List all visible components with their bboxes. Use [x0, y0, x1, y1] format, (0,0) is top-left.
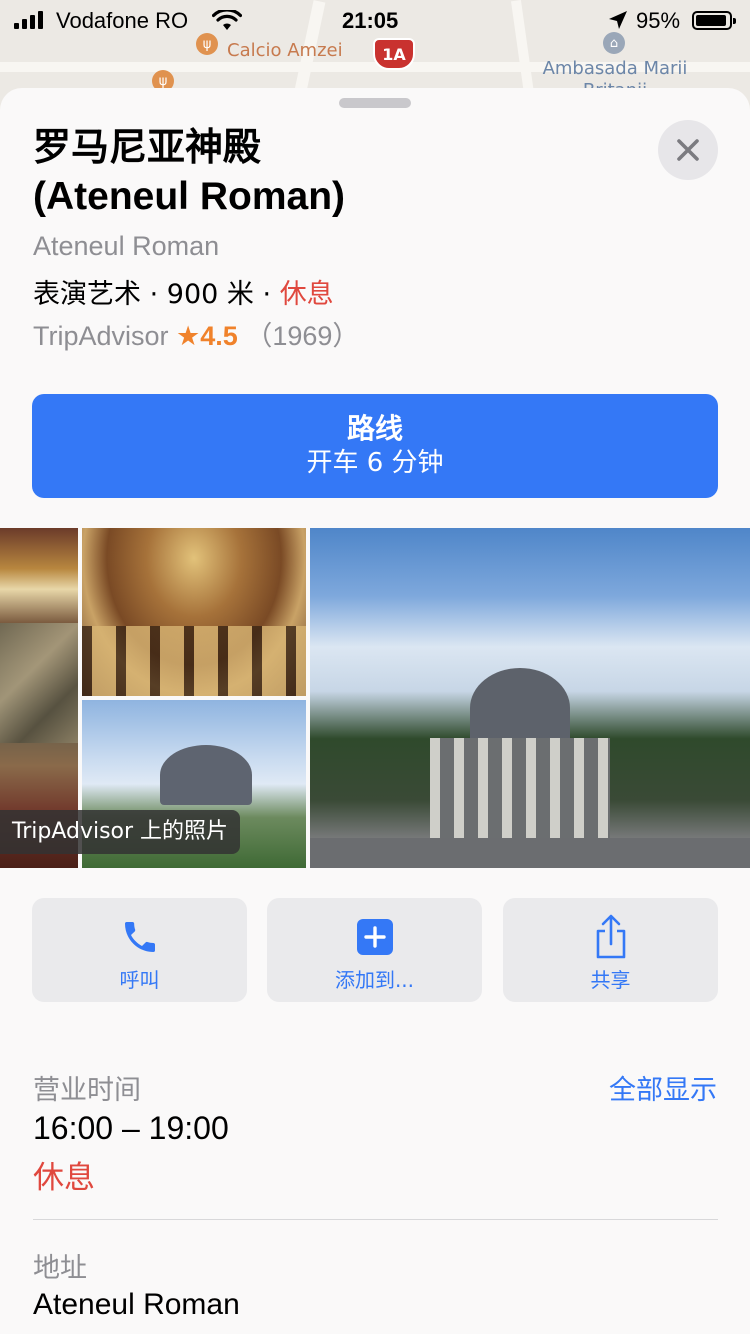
close-icon — [677, 139, 699, 161]
star-icon: ★ — [176, 321, 201, 351]
directions-travel-time: 开车 6 分钟 — [306, 448, 444, 478]
place-title-line1: 罗马尼亚神殿 — [33, 125, 262, 169]
photo-main[interactable] — [310, 528, 750, 868]
address-label: 地址 — [33, 1253, 87, 1284]
rating-score: 4.5 — [200, 321, 238, 351]
place-meta: 表演艺术 · 900 米 · 休息 — [33, 272, 334, 311]
call-button[interactable]: 呼叫 — [32, 898, 247, 1002]
directions-label: 路线 — [346, 412, 403, 445]
carrier-name: Vodafone RO — [56, 8, 189, 33]
show-all-hours-link[interactable]: 全部显示 — [609, 1068, 717, 1107]
address-value[interactable]: Ateneul Roman — [33, 1288, 240, 1322]
add-icon — [356, 916, 394, 958]
status-bar: Vodafone RO 21:05 95% — [0, 0, 750, 40]
status-time: 21:05 — [342, 8, 399, 33]
share-label: 共享 — [590, 968, 631, 992]
route-shield-icon: 1A — [373, 38, 415, 70]
battery-icon — [692, 11, 736, 30]
hours-status: 休息 — [33, 1160, 95, 1196]
wifi-icon — [211, 8, 243, 38]
place-distance: 900 米 — [166, 279, 254, 310]
review-count: （1969） — [245, 321, 360, 351]
directions-button[interactable]: 路线 开车 6 分钟 — [32, 394, 718, 498]
phone-icon — [120, 916, 160, 958]
rating-source: TripAdvisor — [33, 321, 169, 351]
add-to-button[interactable]: 添加到... — [267, 898, 482, 1002]
meta-separator: · — [149, 279, 159, 310]
place-card: 罗马尼亚神殿 (Ateneul Roman) Ateneul Roman 表演艺… — [0, 88, 750, 1334]
map-poi-label[interactable]: Calcio Amzei — [227, 40, 343, 61]
place-title: 罗马尼亚神殿 (Ateneul Roman) — [33, 122, 633, 222]
photo-gallery[interactable]: TripAdvisor 上的照片 — [0, 528, 750, 868]
photo-source-label[interactable]: TripAdvisor 上的照片 — [0, 810, 241, 854]
place-subtitle: Ateneul Roman — [33, 231, 220, 261]
divider — [33, 1219, 718, 1220]
place-title-line2: (Ateneul Roman) — [33, 175, 345, 218]
action-row: 呼叫 添加到... 共享 — [32, 898, 718, 1002]
location-arrow-icon — [608, 10, 628, 36]
call-label: 呼叫 — [119, 968, 160, 992]
share-button[interactable]: 共享 — [503, 898, 718, 1002]
meta-separator: · — [262, 279, 272, 310]
share-icon — [593, 914, 629, 959]
sheet-grabber[interactable] — [339, 98, 411, 108]
hours-range: 16:00 – 19:00 — [33, 1110, 229, 1146]
photo-thumbnail[interactable] — [82, 528, 306, 696]
add-to-label: 添加到... — [334, 968, 415, 992]
place-rating[interactable]: TripAdvisor ★4.5 （1969） — [33, 314, 359, 353]
place-status: 休息 — [279, 279, 334, 310]
close-button[interactable] — [658, 120, 718, 180]
signal-icon — [14, 11, 43, 29]
place-category: 表演艺术 — [33, 279, 141, 310]
hours-label: 营业时间 — [33, 1075, 141, 1106]
battery-percent: 95% — [636, 8, 681, 33]
